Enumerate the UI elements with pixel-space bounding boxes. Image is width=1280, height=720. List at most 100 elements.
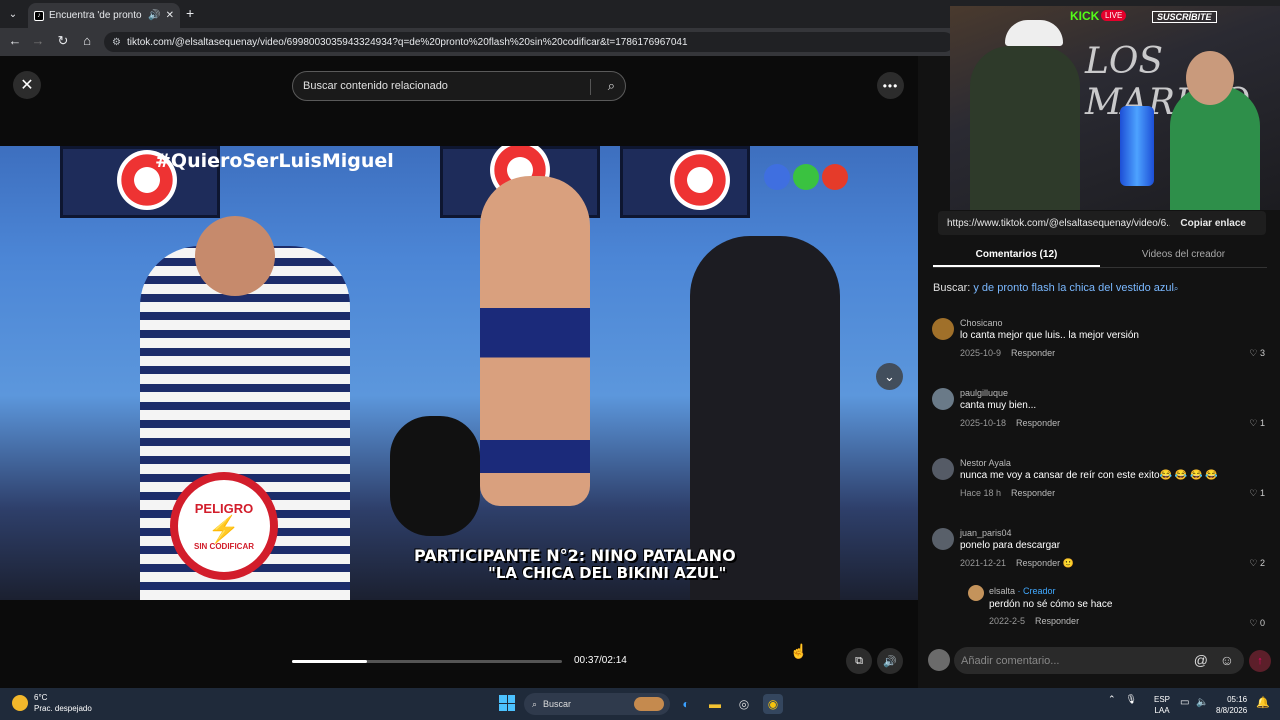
tab-title: Encuentra 'de pronto flash	[49, 10, 143, 21]
comment-user[interactable]: juan_paris04	[960, 528, 1012, 538]
video-hashtag: #QuieroSerLuisMiguel	[155, 150, 394, 172]
avatar[interactable]	[932, 318, 954, 340]
like-count: 2	[1259, 558, 1265, 568]
close-icon: ✕	[20, 77, 34, 94]
progress-fill	[292, 660, 367, 663]
peligro-badge: PELIGRO ⚡ SIN CODIFICAR	[170, 472, 278, 580]
reload-button[interactable]: ↻	[54, 33, 72, 49]
streamer-right-head	[1186, 51, 1234, 105]
system-clock[interactable]: 05:16 8/8/2026	[1216, 694, 1247, 716]
share-link[interactable]: https://www.tiktok.com/@elsaltasequenay/…	[938, 218, 1170, 229]
streamer-left	[970, 46, 1080, 210]
url-field[interactable]: ⚙ tiktok.com/@elsaltasequenay/video/6998…	[104, 32, 954, 52]
comment-user[interactable]: Nestor Ayala	[960, 458, 1011, 468]
reply-text: perdón no sé cómo se hace	[989, 599, 1113, 610]
my-avatar	[928, 649, 950, 671]
windows-logo-icon	[507, 695, 515, 703]
avatar[interactable]	[932, 458, 954, 480]
tab-search-button[interactable]: ⌄	[4, 5, 22, 23]
comment-date: 2021-12-21	[960, 558, 1007, 568]
chevron-up-icon[interactable]: ⌃	[1108, 694, 1116, 705]
site-info-icon[interactable]: ⚙	[112, 37, 121, 48]
video-progress-bar[interactable]	[292, 660, 562, 663]
pip-icon: ⧉	[855, 654, 863, 667]
weather-widget[interactable]: 6°C Prac. despejado	[12, 692, 92, 714]
network-icon[interactable]: ▭	[1180, 697, 1189, 708]
reply-button[interactable]: Responder	[1016, 558, 1060, 568]
windows-logo-icon	[507, 703, 515, 711]
video-caption-line2: "LA CHICA DEL BIKINI AZUL"	[488, 564, 727, 582]
audio-playing-icon[interactable]: 🔊	[148, 10, 160, 21]
file-explorer-icon[interactable]: ▬	[705, 694, 725, 714]
reply-username[interactable]: elsalta	[989, 586, 1015, 596]
like-count: 0	[1259, 618, 1265, 628]
comment-text: lo canta mejor que luis.. la mejor versi…	[960, 330, 1139, 341]
chevron-down-icon: ⌄	[884, 368, 895, 384]
taskbar-search-label: Buscar	[543, 699, 572, 709]
reply-date: 2022-2-5	[989, 616, 1026, 626]
avatar[interactable]	[932, 528, 954, 550]
post-comment-button[interactable]: ↑	[1249, 650, 1271, 672]
like-button[interactable]: ♡ 1	[1249, 488, 1265, 499]
search-placeholder: Buscar contenido relacionado	[303, 80, 448, 92]
app-icon[interactable]: ◎	[734, 694, 754, 714]
avatar[interactable]	[932, 388, 954, 410]
suggestion-prefix: Buscar:	[933, 282, 971, 294]
comment-date: Hace 18 h	[960, 488, 1002, 498]
notification-bell-icon[interactable]: 🔔	[1256, 696, 1270, 709]
avatar[interactable]	[968, 585, 984, 601]
edge-icon[interactable]: ◐	[676, 694, 696, 714]
volume-button[interactable]: 🔊	[877, 648, 903, 674]
search-icon[interactable]: ⌕	[608, 78, 615, 94]
reply-user[interactable]: elsalta · Creador	[989, 586, 1056, 596]
like-count: 3	[1259, 348, 1265, 358]
like-button[interactable]: ♡ 0	[1249, 618, 1265, 629]
related-search-input[interactable]: Buscar contenido relacionado ⌕	[292, 71, 626, 101]
forward-button[interactable]: →	[29, 33, 47, 48]
heart-icon: ♡	[1249, 348, 1258, 358]
more-options-button[interactable]: •••	[877, 72, 904, 99]
kick-logo: KICK	[1070, 9, 1100, 23]
emoji-icon[interactable]: ☺	[1220, 652, 1234, 668]
comment-user[interactable]: paulgilluque	[960, 388, 1008, 398]
mention-icon[interactable]: @	[1194, 652, 1208, 668]
like-button[interactable]: ♡ 1	[1249, 418, 1265, 429]
tab-creator-videos[interactable]: Videos del creador	[1100, 240, 1267, 267]
language-indicator[interactable]: ESP LAA	[1154, 694, 1170, 716]
reply-button[interactable]: Responder	[1011, 348, 1055, 358]
windows-logo-icon	[499, 703, 507, 711]
chrome-icon[interactable]: ◉	[763, 694, 783, 714]
home-button[interactable]: ⌂	[78, 33, 96, 48]
start-button[interactable]	[499, 695, 515, 711]
browser-tab[interactable]: ♪ Encuentra 'de pronto flash 🔊 ✕	[28, 3, 180, 28]
system-tray[interactable]: ⌃ 🎙	[1108, 694, 1137, 705]
add-comment-input[interactable]: Añadir comentario... @ ☺	[954, 647, 1244, 674]
suggestion-query[interactable]: y de pronto flash la chica del vestido a…	[973, 282, 1174, 294]
badge-bottom-text: SIN CODIFICAR	[194, 542, 254, 551]
comment-user[interactable]: Chosicano	[960, 318, 1003, 328]
close-button[interactable]: ✕	[13, 71, 41, 99]
like-button[interactable]: ♡ 3	[1249, 348, 1265, 359]
tab-close-icon[interactable]: ✕	[166, 10, 174, 21]
copy-link-button[interactable]: Copiar enlace	[1170, 218, 1266, 229]
new-tab-button[interactable]: +	[186, 5, 194, 21]
speaker-icon[interactable]: 🔈	[1196, 697, 1208, 708]
clock-time: 05:16	[1227, 695, 1248, 704]
floating-player-button[interactable]: ⧉	[846, 648, 872, 674]
video-frame[interactable]: #QuieroSerLuisMiguel PELIGRO ⚡ SIN CODIF…	[0, 146, 918, 600]
next-video-button[interactable]: ⌄	[876, 363, 903, 390]
like-button[interactable]: ♡ 2	[1249, 558, 1265, 569]
show-logo	[670, 150, 730, 210]
taskbar-search[interactable]: ⌕ Buscar	[524, 693, 670, 715]
tab-comments[interactable]: Comentarios (12)	[933, 240, 1100, 267]
reply-button[interactable]: Responder	[1016, 418, 1060, 428]
search-suggestion[interactable]: Buscar: y de pronto flash la chica del v…	[933, 282, 1178, 294]
reply-button[interactable]: Responder	[1035, 616, 1079, 626]
lang-primary: ESP	[1154, 695, 1171, 704]
heart-icon: ♡	[1249, 558, 1258, 568]
singer-head	[195, 216, 275, 296]
arrow-up-icon: ↑	[1257, 655, 1263, 667]
reply-button[interactable]: Responder	[1011, 488, 1055, 498]
microphone-icon[interactable]: 🎙	[1126, 694, 1137, 705]
back-button[interactable]: ←	[6, 33, 24, 48]
